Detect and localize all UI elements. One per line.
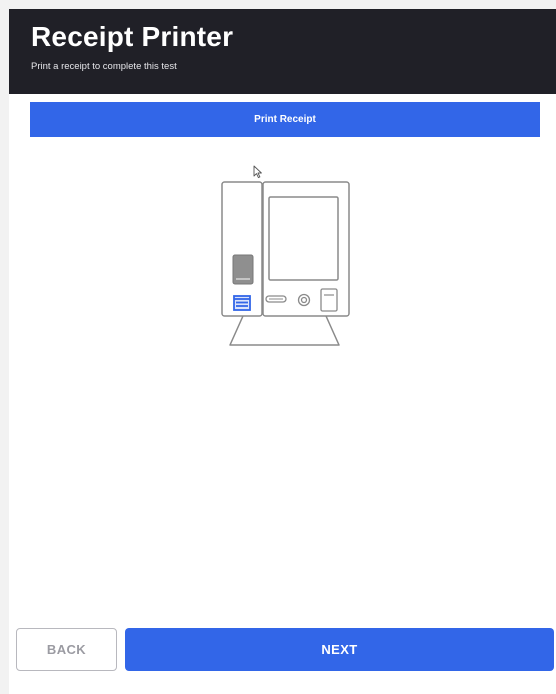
printer-highlight-icon <box>233 295 251 311</box>
receipt-printer-screen: Receipt Printer Print a receipt to compl… <box>0 0 556 694</box>
back-button[interactable]: BACK <box>16 628 117 671</box>
print-receipt-button[interactable]: Print Receipt <box>30 102 540 137</box>
mouse-pointer-icon <box>253 165 262 179</box>
window-edge-left <box>0 0 9 694</box>
voting-machine-illustration <box>221 181 350 346</box>
window-edge-top <box>0 0 556 9</box>
next-button[interactable]: NEXT <box>125 628 554 671</box>
page-header: Receipt Printer Print a receipt to compl… <box>9 9 556 94</box>
page-title: Receipt Printer <box>31 21 234 52</box>
page-subtitle: Print a receipt to complete this test <box>31 61 177 72</box>
